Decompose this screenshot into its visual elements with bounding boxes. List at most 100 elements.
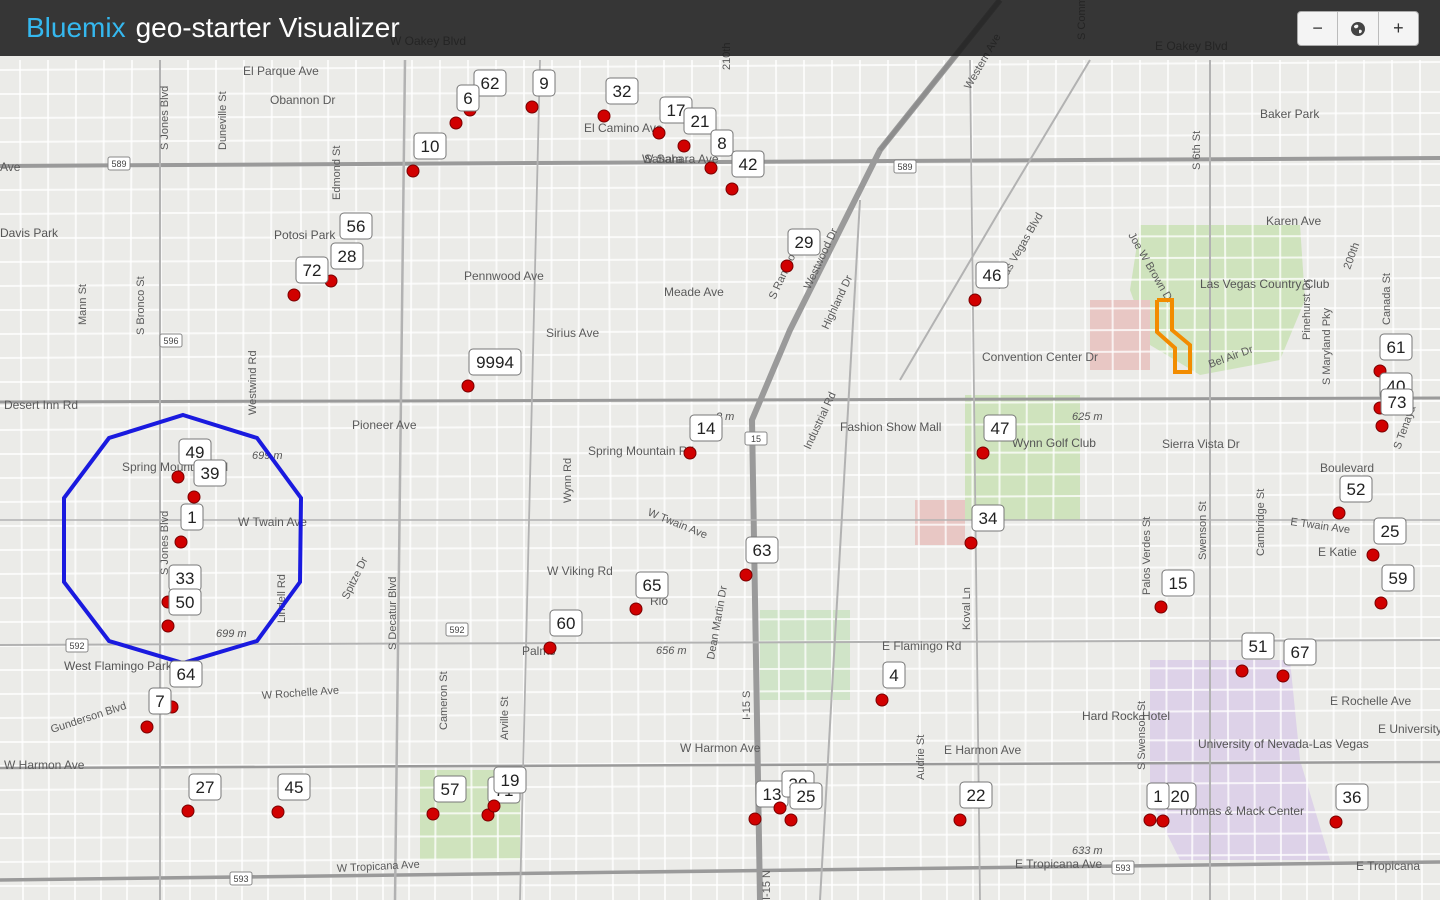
marker-dot[interactable] [161, 619, 175, 633]
street-label: Pioneer Ave [352, 418, 417, 432]
zoom-out-button[interactable]: − [1298, 12, 1339, 45]
marker-dot[interactable] [181, 804, 195, 818]
marker-label: 25 [797, 787, 816, 806]
marker-dot[interactable] [683, 446, 697, 460]
street-label: Spring Mountain Rd [588, 444, 694, 458]
street-label: S 6th St [1191, 131, 1203, 170]
marker-label: 39 [201, 464, 220, 483]
street-label: W Harmon Ave [680, 741, 761, 755]
zoom-control-group: − + [1297, 11, 1419, 46]
street-label: I-15 S [741, 691, 753, 720]
marker-dot[interactable] [748, 812, 762, 826]
marker-dot[interactable] [875, 693, 889, 707]
marker-label: 10 [421, 137, 440, 156]
marker-dot[interactable] [704, 161, 718, 175]
marker-label: 8 [717, 134, 726, 153]
marker-label: 20 [1171, 787, 1190, 806]
marker-dot[interactable] [1366, 548, 1380, 562]
marker-dot[interactable] [1154, 600, 1168, 614]
marker-dot[interactable] [964, 536, 978, 550]
street-label: Palos Verdes St [1141, 517, 1153, 595]
marker-label: 9 [539, 74, 548, 93]
marker-dot[interactable] [171, 470, 185, 484]
street-label: Canada St [1381, 273, 1393, 325]
marker-dot[interactable] [725, 182, 739, 196]
marker-label: 56 [347, 217, 366, 236]
marker-dot[interactable] [287, 288, 301, 302]
place-label: Wynn Golf Club [1012, 436, 1096, 450]
street-label: E Flamingo Rd [882, 639, 961, 653]
street-label: Meade Ave [664, 285, 724, 299]
marker-dot[interactable] [1156, 814, 1170, 828]
marker-dot[interactable] [652, 126, 666, 140]
place-label: Las Vegas Country Club [1200, 277, 1330, 291]
marker-dot[interactable] [597, 109, 611, 123]
place-label: Davis Park [0, 226, 59, 240]
marker-dot[interactable] [1329, 815, 1343, 829]
marker-label: 42 [739, 155, 758, 174]
marker-dot[interactable] [525, 100, 539, 114]
marker-dot[interactable] [461, 379, 475, 393]
marker-dot[interactable] [543, 641, 557, 655]
marker-dot[interactable] [968, 293, 982, 307]
street-label: Wynn Rd [562, 458, 574, 503]
street-label: Desert Inn Rd [4, 398, 78, 412]
marker-dot[interactable] [1235, 664, 1249, 678]
street-label: E Rochelle Ave [1330, 694, 1411, 708]
zoom-in-button[interactable]: + [1379, 12, 1418, 45]
globe-button[interactable] [1338, 12, 1379, 45]
map-canvas[interactable]: W Oakey BlvdE Oakey BlvdEl Parque AveOba… [0, 0, 1440, 900]
brand-name: Bluemix [26, 12, 126, 43]
marker-label: 14 [697, 419, 716, 438]
street-label: E Tropicana Ave [1015, 857, 1102, 871]
marker-dot[interactable] [1276, 669, 1290, 683]
street-label: Koval Ln [961, 587, 973, 630]
marker-dot[interactable] [677, 139, 691, 153]
marker-dot[interactable] [1332, 506, 1346, 520]
marker-dot[interactable] [271, 805, 285, 819]
street-label: S Decatur Blvd [387, 577, 399, 650]
marker-label: 27 [196, 778, 215, 797]
place-label: University of Nevada-Las Vegas [1198, 737, 1369, 751]
marker-label: 72 [303, 261, 322, 280]
marker-dot[interactable] [780, 259, 794, 273]
marker-label: 47 [991, 419, 1010, 438]
marker-dot[interactable] [976, 446, 990, 460]
marker-dot[interactable] [449, 116, 463, 130]
street-label: Westwind Rd [247, 350, 259, 415]
marker-dot[interactable] [426, 807, 440, 821]
marker-dot[interactable] [784, 813, 798, 827]
marker-label: 52 [1347, 480, 1366, 499]
marker-dot[interactable] [174, 535, 188, 549]
marker-dot[interactable] [187, 490, 201, 504]
marker-label: 64 [177, 665, 196, 684]
marker-label: 17 [667, 101, 686, 120]
shield-label: 592 [69, 641, 84, 651]
street-label: Ave [0, 160, 21, 174]
marker-dot[interactable] [1375, 419, 1389, 433]
marker-label: 29 [795, 233, 814, 252]
marker-dot[interactable] [953, 813, 967, 827]
street-label: Audrie St [915, 735, 927, 780]
marker-label: 57 [441, 780, 460, 799]
marker-dot[interactable] [773, 801, 787, 815]
marker-dot[interactable] [140, 720, 154, 734]
street-label: Obannon Dr [270, 93, 335, 107]
app-subtitle: geo-starter Visualizer [135, 12, 400, 43]
marker-dot[interactable] [629, 602, 643, 616]
place-label: Baker Park [1260, 107, 1320, 121]
shield-label: 596 [163, 336, 178, 346]
street-label: Swenson St [1197, 501, 1209, 560]
shield-label: 593 [233, 874, 248, 884]
marker-dot[interactable] [1143, 813, 1157, 827]
marker-dot[interactable] [487, 799, 501, 813]
place-label: Thomas & Mack Center [1178, 804, 1304, 818]
marker-label: 6 [463, 89, 472, 108]
marker-dot[interactable] [739, 568, 753, 582]
street-label: E Katie [1318, 545, 1357, 559]
marker-dot[interactable] [406, 164, 420, 178]
street-label: Sirius Ave [546, 326, 599, 340]
marker-dot[interactable] [1374, 596, 1388, 610]
distance-label: 633 m [1072, 845, 1103, 857]
street-label: E Harmon Ave [944, 743, 1021, 757]
